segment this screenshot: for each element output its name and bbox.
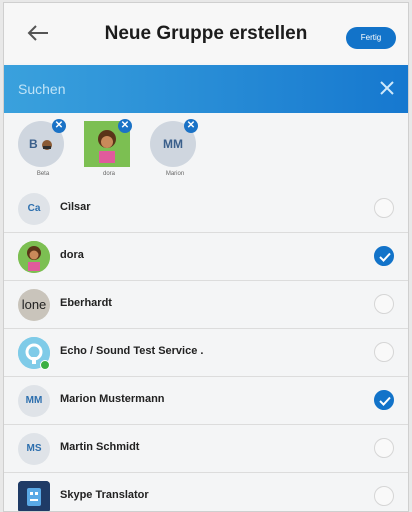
contact-name: dora — [60, 249, 84, 261]
avatar: Ca — [18, 193, 50, 225]
person-emoji-icon — [42, 139, 52, 150]
select-checkbox[interactable] — [374, 390, 394, 410]
app-window: Neue Gruppe erstellen Fertig Suchen B ✕ … — [3, 2, 409, 512]
list-item[interactable]: lone Eberhardt — [4, 281, 408, 329]
contact-name: Cìlsar — [60, 201, 91, 213]
avatar — [18, 481, 50, 511]
avatar: MM — [18, 385, 50, 417]
list-item[interactable]: MM Marion Mustermann — [4, 377, 408, 425]
checkmark-icon — [379, 396, 391, 406]
avatar-initials: B — [28, 137, 38, 151]
list-item[interactable]: MS Martin Schmidt — [4, 425, 408, 473]
select-checkbox[interactable] — [374, 294, 394, 314]
chip-label: Marion — [165, 171, 185, 177]
contact-name: Skype Translator — [60, 489, 149, 501]
remove-chip-icon[interactable]: ✕ — [118, 119, 132, 133]
contact-list: Ca Cìlsar dora lone Eberhardt Echo / Sou… — [4, 185, 408, 511]
remove-chip-icon[interactable]: ✕ — [52, 119, 66, 133]
contact-name: Marion Mustermann — [60, 393, 165, 405]
search-bar: Suchen — [4, 65, 408, 113]
avatar: B ✕ — [18, 119, 66, 167]
list-item[interactable]: Ca Cìlsar — [4, 185, 408, 233]
done-button[interactable]: Fertig — [346, 27, 396, 49]
contact-name: Martin Schmidt — [60, 441, 140, 453]
avatar — [18, 241, 50, 273]
list-item[interactable]: dora — [4, 233, 408, 281]
select-checkbox[interactable] — [374, 438, 394, 458]
contact-name: Echo / Sound Test Service . — [60, 345, 204, 357]
selected-chip[interactable]: B ✕ Beta — [18, 119, 68, 177]
chip-label: Beta — [36, 171, 50, 177]
search-input[interactable]: Suchen — [18, 81, 65, 97]
dora-avatar-icon — [18, 241, 50, 273]
checkmark-icon — [379, 252, 391, 262]
contact-name: Eberhardt — [60, 297, 112, 309]
header: Neue Gruppe erstellen Fertig — [4, 3, 408, 63]
selected-members: B ✕ Beta ✕ dora MM ✕ Marion — [4, 115, 408, 185]
avatar: MM ✕ — [150, 119, 198, 167]
translator-icon — [18, 481, 50, 511]
selected-chip[interactable]: MM ✕ Marion — [150, 119, 200, 177]
select-checkbox[interactable] — [374, 246, 394, 266]
list-item[interactable]: Echo / Sound Test Service . — [4, 329, 408, 377]
select-checkbox[interactable] — [374, 198, 394, 218]
chip-label: dora — [102, 171, 115, 177]
avatar: ✕ — [84, 119, 132, 167]
avatar: MS — [18, 433, 50, 465]
close-icon[interactable] — [378, 79, 396, 97]
avatar-initials: MM — [163, 137, 183, 151]
selected-chip[interactable]: ✕ dora — [84, 119, 134, 177]
online-status-icon — [40, 360, 50, 370]
remove-chip-icon[interactable]: ✕ — [184, 119, 198, 133]
select-checkbox[interactable] — [374, 486, 394, 506]
select-checkbox[interactable] — [374, 342, 394, 362]
list-item[interactable]: Skype Translator — [4, 473, 408, 511]
avatar: lone — [18, 289, 50, 321]
